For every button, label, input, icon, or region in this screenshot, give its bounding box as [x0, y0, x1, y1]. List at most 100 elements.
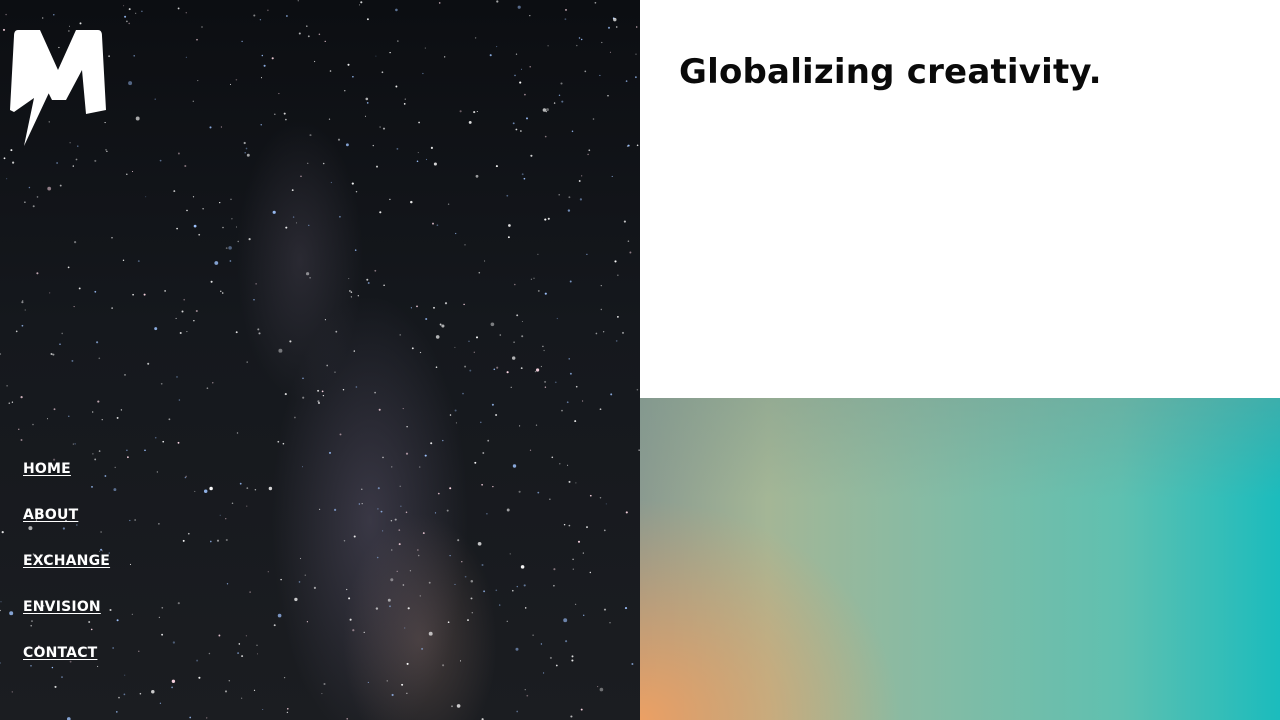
hero-text-section: Globalizing creativity.: [640, 0, 1280, 398]
star-dot: [193, 320, 195, 322]
star-dot: [404, 627, 406, 629]
star-dot: [609, 622, 611, 624]
star-dot: [128, 22, 131, 25]
star-dot: [363, 631, 365, 634]
star-dot: [433, 162, 437, 166]
star-dot: [61, 332, 64, 335]
star-dot: [122, 259, 125, 261]
star-dot: [175, 317, 177, 319]
star-dot: [529, 66, 531, 68]
nav-link-contact[interactable]: CONTACT: [23, 645, 97, 661]
star-dot: [631, 663, 634, 665]
star-dot: [159, 702, 162, 704]
star-dot: [21, 324, 24, 327]
star-dot: [435, 366, 438, 368]
star-dot: [381, 71, 384, 74]
star-dot: [52, 353, 55, 356]
star-dot: [547, 45, 549, 47]
star-dot: [396, 147, 399, 150]
star-dot: [225, 538, 228, 542]
star-dot: [20, 395, 23, 399]
star-dot: [617, 274, 619, 276]
star-dot: [98, 450, 101, 452]
star-dot: [349, 618, 352, 621]
star-dot: [582, 400, 584, 402]
star-dot: [214, 261, 219, 265]
nav-link-about[interactable]: ABOUT: [23, 507, 78, 523]
star-dot: [0, 353, 2, 355]
star-dot: [236, 432, 239, 434]
star-dot: [446, 509, 449, 512]
star-dot: [495, 165, 498, 168]
star-dot: [512, 356, 516, 360]
star-dot: [283, 112, 286, 115]
star-dot: [154, 98, 156, 100]
star-dot: [285, 118, 287, 121]
star-dot: [530, 154, 533, 157]
star-dot: [523, 177, 526, 180]
nav-item-home: HOME: [23, 460, 110, 506]
nav-link-envision[interactable]: ENVISION: [23, 599, 101, 615]
star-dot: [544, 292, 547, 295]
star-dot: [186, 331, 188, 333]
star-dot: [559, 463, 561, 465]
star-dot: [473, 351, 475, 353]
nav-link-home[interactable]: HOME: [23, 461, 71, 477]
star-dot: [434, 512, 437, 514]
nav-link-exchange[interactable]: EXCHANGE: [23, 553, 110, 569]
star-dot: [520, 68, 523, 70]
star-dot: [194, 490, 196, 492]
star-dot: [422, 532, 425, 535]
star-dot: [193, 224, 197, 228]
star-dot: [178, 399, 181, 401]
star-dot: [323, 682, 326, 686]
star-dot: [615, 26, 618, 28]
star-dot: [563, 523, 566, 526]
star-dot: [248, 238, 251, 241]
star-dot: [435, 335, 440, 339]
star-dot: [530, 278, 533, 280]
star-dot: [391, 549, 393, 551]
star-dot: [389, 51, 391, 54]
star-dot: [376, 556, 379, 559]
star-dot: [416, 160, 419, 163]
star-dot: [377, 508, 379, 510]
star-dot: [449, 554, 451, 557]
star-dot: [184, 476, 187, 479]
star-dot: [274, 113, 276, 116]
star-dot: [115, 711, 118, 713]
star-dot: [599, 74, 601, 76]
star-dot: [447, 621, 450, 624]
star-dot: [287, 708, 289, 710]
star-dot: [483, 590, 486, 593]
star-dot: [416, 305, 418, 308]
star-dot: [219, 201, 221, 204]
star-dot: [484, 260, 486, 262]
star-dot: [324, 40, 326, 43]
star-dot: [428, 631, 433, 636]
star-dot: [154, 436, 157, 439]
star-dot: [228, 246, 232, 250]
star-dot: [382, 456, 384, 459]
star-dot: [94, 290, 97, 293]
star-dot: [225, 518, 227, 520]
star-dot: [575, 385, 578, 388]
star-dot: [307, 35, 310, 38]
star-dot: [506, 508, 510, 512]
star-dot: [514, 283, 516, 286]
star-dot: [118, 696, 120, 699]
star-dot: [467, 619, 469, 622]
star-dot: [124, 15, 127, 18]
star-dot: [135, 116, 140, 121]
star-dot: [449, 414, 452, 416]
star-dot: [586, 526, 588, 529]
star-dot: [309, 276, 311, 279]
star-dot: [578, 37, 581, 39]
star-dot: [425, 158, 428, 161]
star-dot: [377, 487, 380, 490]
star-dot: [123, 693, 126, 696]
star-dot: [326, 364, 329, 367]
m-lightning-logo-icon[interactable]: [10, 30, 106, 146]
star-dot: [348, 597, 351, 600]
star-dot: [544, 386, 547, 388]
